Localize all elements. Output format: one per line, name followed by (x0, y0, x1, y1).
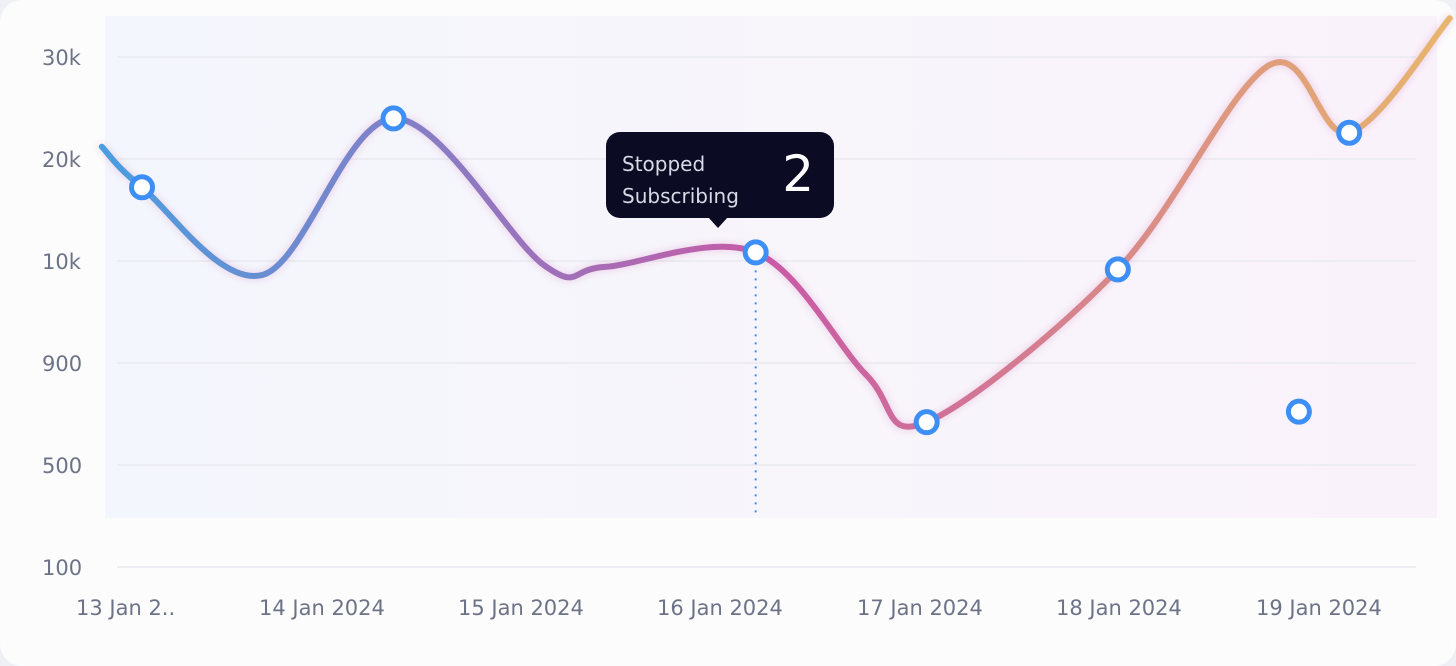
x-tick-label: 17 Jan 2024 (857, 596, 983, 620)
chart-card: 30k 20k 10k 900 500 100 13 Jan 2.. 14 Jan 2024… (0, 0, 1456, 666)
data-point-marker[interactable] (129, 174, 155, 201)
x-tick-label: 15 Jan 2024 (458, 596, 584, 620)
data-point-marker[interactable] (913, 409, 940, 436)
x-tick-label: 13 Jan 2.. (76, 596, 175, 620)
data-point-marker[interactable] (1285, 398, 1312, 425)
data-point-marker[interactable] (1336, 119, 1363, 146)
x-tick-label: 14 Jan 2024 (259, 596, 385, 620)
y-axis: 30k 20k 10k 900 500 100 (42, 46, 82, 580)
tooltip-value: 2 (782, 145, 814, 203)
x-tick-label: 18 Jan 2024 (1056, 596, 1182, 620)
y-tick-label: 10k (42, 250, 82, 274)
x-tick-label: 16 Jan 2024 (657, 596, 783, 620)
y-tick-label: 20k (42, 148, 82, 172)
x-tick-label: 19 Jan 2024 (1256, 596, 1382, 620)
y-tick-label: 900 (42, 352, 82, 376)
tooltip-label: Stopped Subscribing (622, 152, 739, 208)
y-tick-label: 500 (42, 454, 82, 478)
data-point-marker[interactable] (1104, 256, 1131, 283)
x-axis: 13 Jan 2.. 14 Jan 2024 15 Jan 2024 16 Jan 2… (76, 596, 1382, 620)
plot-background (105, 16, 1437, 518)
y-tick-label: 100 (42, 556, 82, 580)
tooltip: Stopped Subscribing 2 (606, 132, 834, 228)
data-point-marker[interactable] (742, 239, 769, 266)
y-tick-label: 30k (42, 46, 82, 70)
line-chart: 30k 20k 10k 900 500 100 13 Jan 2.. 14 Jan 2024… (42, 14, 1454, 620)
data-point-marker[interactable] (380, 105, 407, 132)
